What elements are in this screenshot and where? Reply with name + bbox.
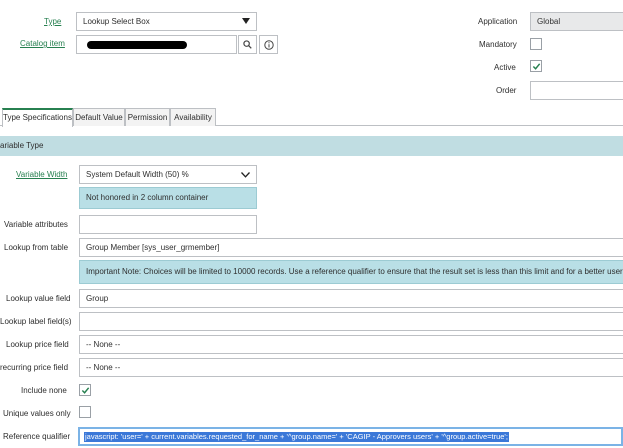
search-icon: [243, 40, 252, 49]
section-title: ariable Type: [0, 141, 44, 150]
triangle-down-icon: [242, 18, 250, 24]
lookup-value-field[interactable]: Group: [79, 289, 623, 308]
redacted-mark: [87, 41, 187, 49]
active-checkbox[interactable]: [530, 60, 542, 72]
lookup-price-label: Lookup price field: [6, 340, 69, 349]
recurring-price-select[interactable]: -- None --: [79, 358, 623, 377]
variable-attributes-field[interactable]: [79, 215, 257, 234]
application-value: Global: [537, 17, 561, 26]
type-select-value: Lookup Select Box: [83, 17, 150, 26]
mandatory-label: Mandatory: [479, 40, 517, 49]
lookup-price-select[interactable]: -- None --: [79, 335, 623, 354]
reference-qualifier-field[interactable]: javascript: 'user=' + current.variables.…: [78, 427, 623, 446]
recurring-price-value: -- None --: [86, 363, 121, 372]
application-label: Application: [478, 17, 518, 26]
lookup-label-label: Lookup label field(s): [0, 317, 72, 326]
tab-default-value[interactable]: Default Value: [73, 108, 125, 126]
mandatory-checkbox[interactable]: [530, 38, 542, 50]
lookup-table-field[interactable]: Group Member [sys_user_grmember]: [79, 238, 623, 257]
order-label: Order: [496, 86, 517, 95]
lookup-table-value: Group Member [sys_user_grmember]: [86, 243, 220, 252]
chevron-down-icon: [241, 172, 250, 178]
check-icon: [532, 63, 541, 70]
lookup-value-label: Lookup value field: [6, 294, 71, 303]
check-icon: [81, 387, 90, 394]
variable-width-note: Not honored in 2 column container: [79, 187, 257, 209]
recurring-price-label: recurring price field: [0, 363, 69, 372]
info-icon: [263, 39, 274, 50]
catalog-item-search-button[interactable]: [238, 35, 257, 54]
lookup-label-field[interactable]: [79, 312, 623, 331]
lookup-price-value: -- None --: [86, 340, 121, 349]
active-label: Active: [494, 63, 516, 72]
type-select[interactable]: Lookup Select Box: [76, 12, 257, 31]
tab-availability[interactable]: Availability: [170, 108, 216, 126]
lookup-table-note: Important Note: Choices will be limited …: [79, 260, 623, 284]
tab-type-specifications[interactable]: Type Specifications: [2, 108, 73, 127]
order-field[interactable]: [530, 81, 623, 100]
variable-width-label[interactable]: Variable Width: [16, 170, 67, 179]
catalog-item-label[interactable]: Catalog item: [20, 39, 65, 48]
type-label[interactable]: Type: [44, 17, 61, 26]
lookup-table-note-text: Important Note: Choices will be limited …: [86, 267, 623, 276]
unique-values-checkbox[interactable]: [79, 406, 91, 418]
application-field: Global: [530, 12, 623, 31]
catalog-item-field[interactable]: [76, 35, 237, 54]
lookup-value-value: Group: [86, 294, 109, 303]
reference-qualifier-label: Reference qualifier: [3, 432, 71, 441]
include-none-label: Include none: [21, 386, 67, 395]
include-none-checkbox[interactable]: [79, 384, 91, 396]
catalog-item-info-button[interactable]: [259, 35, 278, 54]
variable-width-select[interactable]: System Default Width (50) %: [79, 165, 257, 184]
section-header: ariable Type: [0, 136, 623, 156]
lookup-table-label: Lookup from table: [4, 243, 69, 252]
variable-width-note-text: Not honored in 2 column container: [86, 193, 209, 202]
variable-attributes-label: Variable attributes: [4, 220, 68, 229]
tab-permission[interactable]: Permission: [125, 108, 170, 126]
reference-qualifier-value: javascript: 'user=' + current.variables.…: [84, 432, 509, 442]
unique-values-label: Unique values only: [3, 409, 71, 418]
variable-width-value: System Default Width (50) %: [86, 170, 189, 179]
